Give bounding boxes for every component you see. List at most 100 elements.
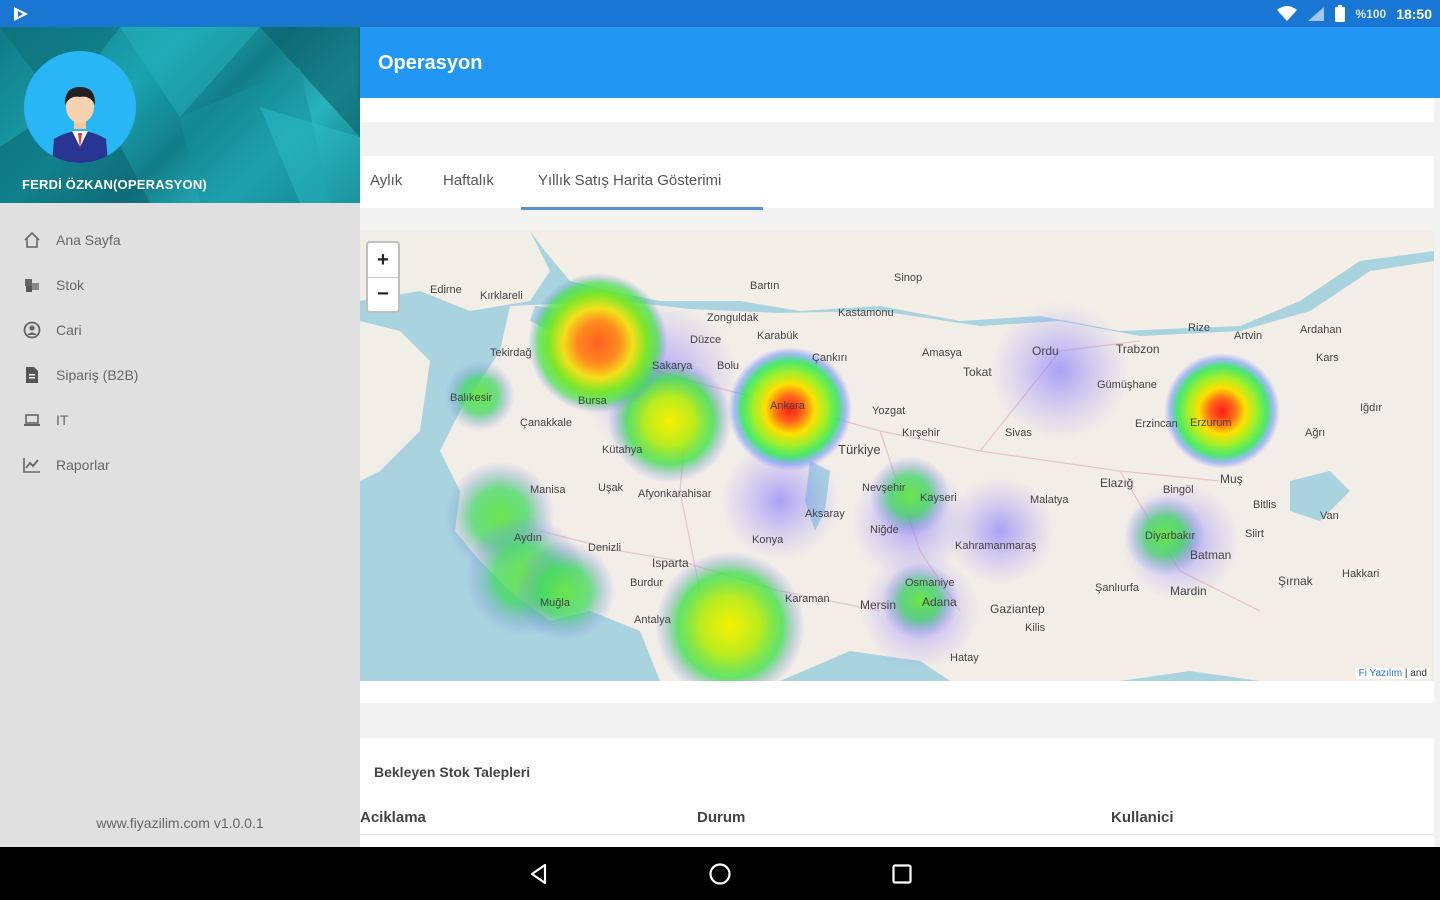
sidebar-item-raporlar[interactable]: Raporlar <box>0 442 360 487</box>
map-label-karabuk: Karabük <box>757 330 798 342</box>
attribution-text: | and <box>1402 668 1427 679</box>
document-icon <box>22 365 42 385</box>
map-label-batman: Batman <box>1190 548 1231 562</box>
map-label-karaman: Karaman <box>785 593 830 605</box>
map-label-mugla: Muğla <box>540 597 571 609</box>
line-chart-icon <box>22 455 42 475</box>
map-label-afyon: Afyonkarahisar <box>638 488 712 500</box>
home-circle-icon[interactable] <box>707 861 733 887</box>
map-label-yozgat: Yozgat <box>872 405 905 417</box>
table-divider <box>360 834 1434 835</box>
user-name: FERDİ ÖZKAN(OPERASYON) <box>22 177 207 192</box>
map-label-artvin: Artvin <box>1234 330 1262 342</box>
avatar[interactable] <box>24 51 136 163</box>
map-label-hatay: Hatay <box>950 652 979 664</box>
map-label-zonguldak: Zonguldak <box>707 312 759 324</box>
page-title: Operasyon <box>378 52 483 74</box>
home-icon <box>22 230 42 250</box>
map-label-adana: Adana <box>922 595 957 609</box>
map-label-ardahan: Ardahan <box>1300 324 1342 336</box>
app-toolbar: Operasyon <box>360 27 1440 98</box>
map-label-bursa: Bursa <box>578 395 608 407</box>
zoom-in-button[interactable]: + <box>368 243 398 277</box>
map-footer-strip <box>360 681 1434 703</box>
tab-aylik[interactable]: Aylık <box>370 172 402 189</box>
attribution-link[interactable]: Fi Yazılım <box>1359 668 1403 679</box>
map-label-canakkale: Çanakkale <box>520 417 572 429</box>
user-avatar-icon <box>52 87 108 163</box>
column-header-aciklama[interactable]: Aciklama <box>360 809 426 826</box>
map-label-mersin: Mersin <box>860 598 896 612</box>
top-card <box>360 98 1434 122</box>
sales-heat-map[interactable]: Edirne Kırklareli Tekirdağ Sakarya Zongu… <box>360 231 1434 681</box>
recents-icon[interactable] <box>889 861 915 887</box>
map-label-mus: Muş <box>1220 472 1243 486</box>
map-label-ordu: Ordu <box>1032 344 1059 358</box>
map-label-erzincan: Erzincan <box>1135 418 1178 430</box>
map-label-kilis: Kilis <box>1025 622 1046 634</box>
sidebar-item-ana-sayfa[interactable]: Ana Sayfa <box>0 217 360 262</box>
map-label-elazig: Elazığ <box>1100 476 1133 490</box>
map-label-edirne: Edirne <box>430 284 462 296</box>
map-label-usak: Uşak <box>598 482 624 494</box>
system-navigation-bar <box>0 847 1440 900</box>
status-icons: %100 18:50 <box>1277 5 1432 22</box>
map-label-tekirdag: Tekirdağ <box>490 347 532 359</box>
map-label-manisa: Manisa <box>530 484 566 496</box>
map-label-bitlis: Bitlis <box>1253 499 1277 511</box>
map-label-malatya: Malatya <box>1030 494 1069 506</box>
map-label-kayseri: Kayseri <box>920 492 957 504</box>
tab-yillik-satis-harita[interactable]: Yıllık Satış Harita Gösterimi <box>538 172 721 189</box>
map-label-agri: Ağrı <box>1305 427 1325 439</box>
wifi-icon <box>1277 5 1298 21</box>
user-circle-icon <box>22 320 42 340</box>
map-label-van: Van <box>1320 510 1339 522</box>
map-label-osmaniye: Osmaniye <box>905 577 955 589</box>
sidebar-item-siparis[interactable]: Sipariş (B2B) <box>0 352 360 397</box>
map-label-antalya: Antalya <box>634 614 672 626</box>
map-label-nigde: Niğde <box>870 524 899 536</box>
sidebar-item-label: Raporlar <box>56 456 110 473</box>
map-label-sakarya: Sakarya <box>652 360 693 372</box>
map-label-sanliurfa: Şanlıurfa <box>1095 582 1140 594</box>
sidebar-item-it[interactable]: IT <box>0 397 360 442</box>
map-label-gaziantep: Gaziantep <box>990 602 1045 616</box>
back-icon[interactable] <box>526 861 552 887</box>
sidebar-item-label: IT <box>56 411 69 428</box>
battery-icon <box>1335 5 1346 22</box>
map-zoom-control: + − <box>366 241 400 313</box>
map-label-gumushane: Gümüşhane <box>1097 379 1157 391</box>
map-label-kastamonu: Kastamonu <box>838 307 894 319</box>
tab-haftalik[interactable]: Haftalık <box>443 172 494 189</box>
main-content: Aylık Haftalık Yıllık Satış Harita Göste… <box>360 98 1440 847</box>
map-label-kirsehir: Kırşehir <box>902 427 940 439</box>
map-attribution: Fi Yazılım | and <box>1355 668 1430 679</box>
map-label-isparta: Isparta <box>652 556 689 570</box>
version-link[interactable]: www.fiyazilim.com v1.0.0.1 <box>0 815 360 831</box>
cubes-icon <box>22 275 42 295</box>
zoom-out-button[interactable]: − <box>368 277 398 311</box>
map-label-aksaray: Aksaray <box>805 508 845 520</box>
map-label-erzurum: Erzurum <box>1190 417 1232 429</box>
map-label-cankiri: Çankırı <box>812 352 847 364</box>
map-label-turkiye: Türkiye <box>838 442 881 457</box>
map-label-sinop: Sinop <box>894 272 922 284</box>
map-canvas[interactable]: Edirne Kırklareli Tekirdağ Sakarya Zongu… <box>360 231 1434 681</box>
map-label-sivas: Sivas <box>1005 427 1032 439</box>
column-header-kullanici[interactable]: Kullanici <box>1111 809 1174 826</box>
map-label-ankara: Ankara <box>770 400 806 412</box>
map-label-trabzon: Trabzon <box>1116 342 1160 356</box>
drawer-header: FERDİ ÖZKAN(OPERASYON) <box>0 27 360 203</box>
sidebar-item-stok[interactable]: Stok <box>0 262 360 307</box>
map-label-bolu: Bolu <box>717 360 739 372</box>
map-label-diyarbakir: Diyarbakır <box>1145 530 1195 542</box>
app-logo-icon <box>14 7 28 21</box>
map-label-duzce: Düzce <box>690 334 721 346</box>
map-label-amasya: Amasya <box>922 347 963 359</box>
column-header-durum[interactable]: Durum <box>697 809 745 826</box>
sidebar-item-label: Sipariş (B2B) <box>56 366 139 383</box>
map-label-kars: Kars <box>1316 352 1339 364</box>
sidebar-item-cari[interactable]: Cari <box>0 307 360 352</box>
map-label-mardin: Mardin <box>1170 584 1207 598</box>
map-label-hakkari: Hakkari <box>1342 568 1379 580</box>
